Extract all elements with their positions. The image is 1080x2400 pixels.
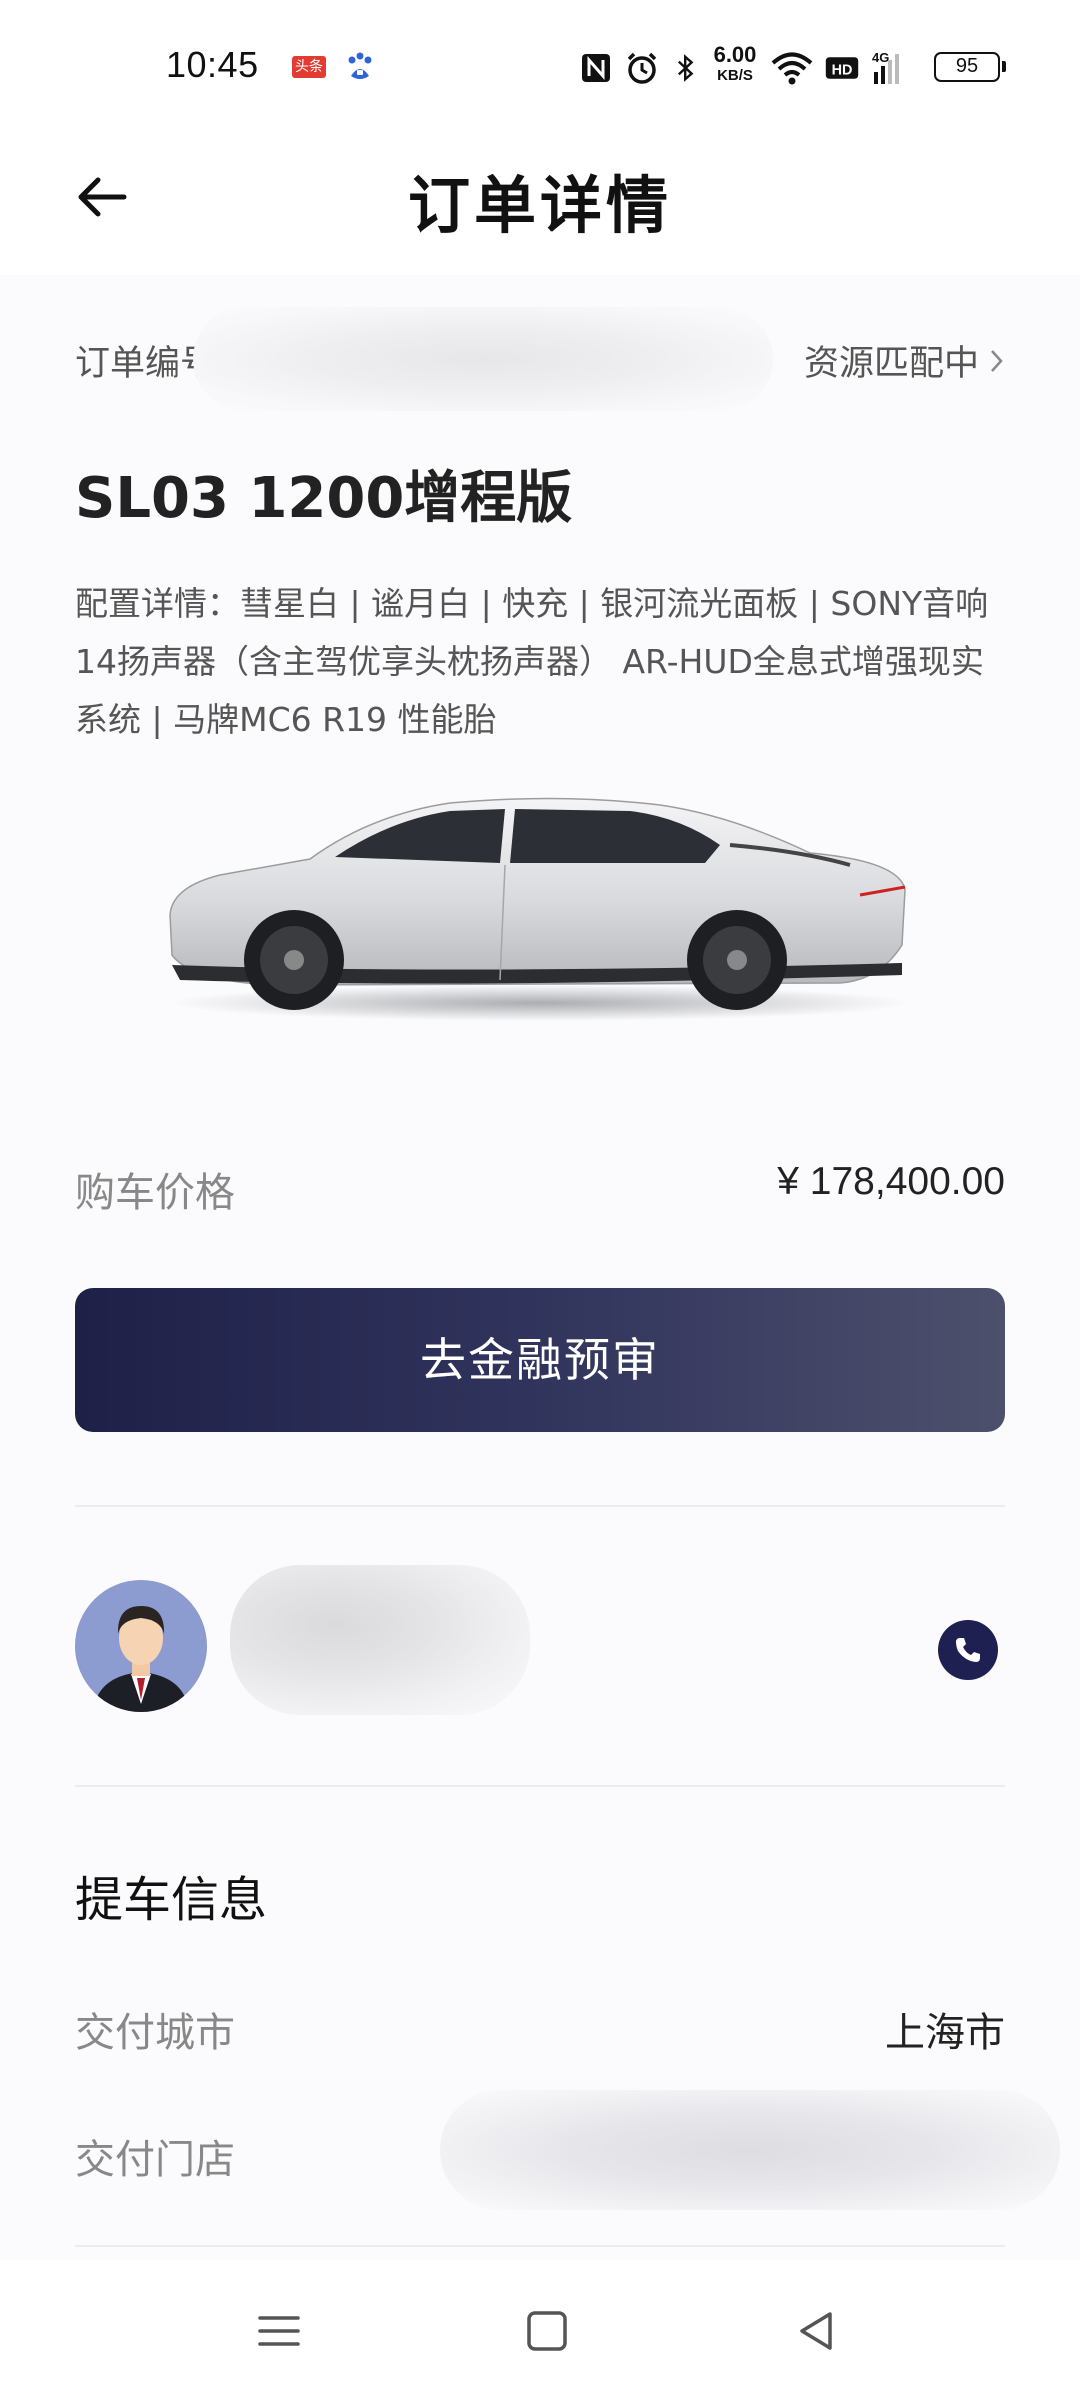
- price-row: 购车价格 ¥ 178,400.00: [75, 1160, 1005, 1220]
- delivery-city-value: 上海市: [885, 2010, 1005, 2056]
- finance-preapproval-button[interactable]: 去金融预审: [75, 1288, 1005, 1432]
- advisor-name-blurred: [230, 1565, 530, 1715]
- system-nav-bar: [0, 2260, 1080, 2400]
- advisor-avatar[interactable]: [75, 1580, 207, 1712]
- divider: [75, 1785, 1005, 1787]
- speed-value: 6.00: [713, 42, 757, 67]
- order-detail-content[interactable]: 订单编号 资源匹配中 SL03 1200增程版 配置详情：彗星白 | 谧月白 |…: [0, 275, 1080, 2260]
- divider: [75, 1505, 1005, 1507]
- network-speed: 6.00 KB/S: [707, 42, 763, 84]
- toutiao-app-icon: 头条: [292, 56, 326, 78]
- page-header: 订单详情: [0, 135, 1080, 275]
- wifi-icon: [771, 52, 813, 85]
- person-icon: [93, 1606, 189, 1712]
- price-value: ¥ 178,400.00: [777, 1160, 1005, 1203]
- divider: [75, 2245, 1005, 2247]
- pickup-info-title: 提车信息: [75, 1872, 268, 1928]
- delivery-store-blurred: [440, 2090, 1060, 2210]
- order-number-blurred: [193, 307, 773, 411]
- baidu-paw-icon: [348, 52, 372, 79]
- signal-4g-icon: 4G: [872, 50, 899, 84]
- status-bar: 10:45 头条 6.00 KB/S HD 4G 95: [0, 0, 1080, 135]
- menu-icon[interactable]: [252, 2304, 306, 2358]
- delivery-city-label: 交付城市: [75, 2010, 235, 2056]
- call-advisor-button[interactable]: [938, 1620, 998, 1680]
- order-number-row: 订单编号 资源匹配中: [75, 307, 1005, 411]
- order-status-link[interactable]: 资源匹配中: [804, 335, 1005, 386]
- nfc-icon: [582, 54, 610, 82]
- car-model-title: SL03 1200增程版: [75, 466, 573, 531]
- battery-indicator: 95: [934, 52, 1006, 82]
- hd-label: HD: [832, 62, 853, 78]
- hd-icon: HD: [825, 57, 859, 79]
- alarm-icon: [627, 52, 657, 84]
- delivery-store-label: 交付门店: [75, 2137, 235, 2183]
- bluetooth-icon: [677, 54, 694, 82]
- square-home-icon[interactable]: [520, 2304, 574, 2358]
- config-details: 配置详情：彗星白 | 谧月白 | 快充 | 银河流光面板 | SONY音响14扬…: [75, 584, 989, 739]
- phone-icon: [956, 1638, 980, 1662]
- order-status-text: 资源匹配中: [803, 344, 979, 384]
- price-label: 购车价格: [75, 1170, 235, 1216]
- triangle-back-icon[interactable]: [790, 2304, 844, 2358]
- car-image: [169, 797, 910, 1021]
- network-label: 4G: [872, 50, 889, 65]
- speed-unit: KB/S: [717, 67, 753, 84]
- page-title: 订单详情: [407, 169, 672, 242]
- chevron-right-icon: [991, 350, 1003, 372]
- delivery-city-row: 交付城市 上海市: [75, 2000, 1005, 2060]
- status-time: 10:45: [166, 44, 259, 85]
